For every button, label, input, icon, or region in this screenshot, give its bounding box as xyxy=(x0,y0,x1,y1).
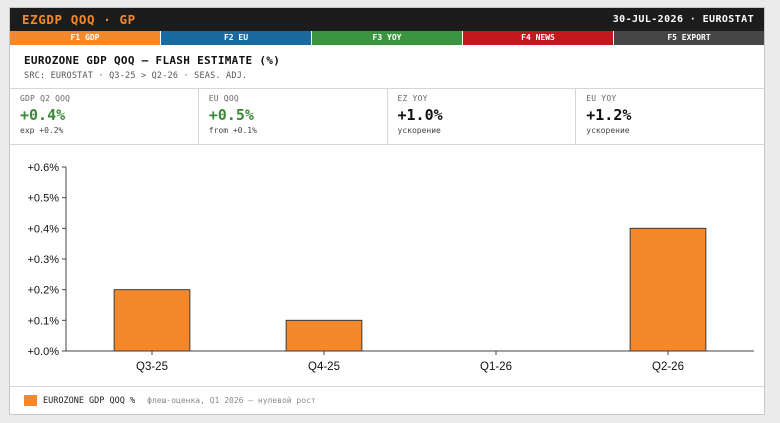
metric-gdp-q2-qoq: GDP Q2 QOQ +0.4% exp +0.2% xyxy=(10,89,199,144)
x-tick-label: Q3-25 xyxy=(136,361,168,373)
fkey-export[interactable]: F5 EXPORT xyxy=(614,31,764,45)
y-tick-label: +0.5% xyxy=(28,193,60,205)
chart-area: +0.0% +0.1% +0.2% +0.3% +0.4% +0.5% +0.6% Q3-25… xyxy=(10,156,764,386)
metric-label: EU QOQ xyxy=(208,94,239,103)
fkey-news[interactable]: F4 NEWS xyxy=(463,31,614,45)
fkey-gdp[interactable]: F1 GDP xyxy=(10,31,161,45)
ticker-title: EZGDP QOQ · GP xyxy=(22,12,136,27)
metric-sub: from +0.1% xyxy=(208,126,257,135)
y-tick-label: +0.3% xyxy=(28,254,60,266)
date-source: 30-JUL-2026 · EUROSTAT xyxy=(612,14,754,25)
y-tick-label: +0.6% xyxy=(28,162,60,174)
bar xyxy=(113,289,191,352)
metric-eu-yoy: EU YOY +1.2% ускорение xyxy=(576,89,764,144)
source-line: SRC: EUROSTAT · Q3-25 > Q2-26 · SEAS. AD… xyxy=(24,71,248,81)
metric-eu-qoq: EU QOQ +0.5% from +0.1% xyxy=(199,89,388,144)
fkey-eu[interactable]: F2 EU xyxy=(161,31,312,45)
chart-title: EUROZONE GDP QOQ — FLASH ESTIMATE (%) xyxy=(24,54,281,67)
legend-series-name: EUROZONE GDP QOQ % xyxy=(43,395,136,406)
metric-label: GDP Q2 QOQ xyxy=(20,94,71,103)
x-tick-label: Q2-26 xyxy=(652,361,684,373)
metric-sub: exp +0.2% xyxy=(20,126,64,135)
legend: EUROZONE GDP QOQ % флеш-оценка, Q1 2026 … xyxy=(10,386,764,414)
fkey-yoy[interactable]: F3 YOY xyxy=(312,31,463,45)
metric-value: +1.0% xyxy=(397,106,443,124)
metric-value: +0.5% xyxy=(208,106,254,124)
y-tick-label: +0.0% xyxy=(28,346,60,358)
metric-label: EZ YOY xyxy=(397,94,428,103)
metric-value: +0.4% xyxy=(20,106,66,124)
terminal-window: EZGDP QOQ · GP 30-JUL-2026 · EUROSTAT F1… xyxy=(9,7,765,415)
metric-ez-yoy: EZ YOY +1.0% ускорение xyxy=(388,89,577,144)
bar-chart: +0.0% +0.1% +0.2% +0.3% +0.4% +0.5% +0.6% Q3-25… xyxy=(28,162,754,373)
y-tick-label: +0.1% xyxy=(28,315,60,327)
y-tick-label: +0.4% xyxy=(28,223,60,235)
metric-sub: ускорение xyxy=(397,126,441,135)
legend-swatch xyxy=(24,395,37,406)
title-bar: EZGDP QOQ · GP 30-JUL-2026 · EUROSTAT xyxy=(10,8,764,31)
x-tick-label: Q1-26 xyxy=(480,361,512,373)
bar xyxy=(285,319,363,352)
bar xyxy=(629,227,707,352)
metric-label: EU YOY xyxy=(586,94,617,103)
metrics-row: GDP Q2 QOQ +0.4% exp +0.2% EU QOQ +0.5% … xyxy=(10,89,764,145)
x-tick-label: Q4-25 xyxy=(308,361,340,373)
metric-sub: ускорение xyxy=(586,126,630,135)
metric-value: +1.2% xyxy=(586,106,632,124)
legend-note: флеш-оценка, Q1 2026 — нулевой рост xyxy=(147,396,316,405)
function-key-bar: F1 GDP F2 EU F3 YOY F4 NEWS F5 EXPORT xyxy=(10,31,764,45)
y-tick-label: +0.2% xyxy=(28,285,60,297)
chart-header: EUROZONE GDP QOQ — FLASH ESTIMATE (%) SR… xyxy=(10,45,764,89)
